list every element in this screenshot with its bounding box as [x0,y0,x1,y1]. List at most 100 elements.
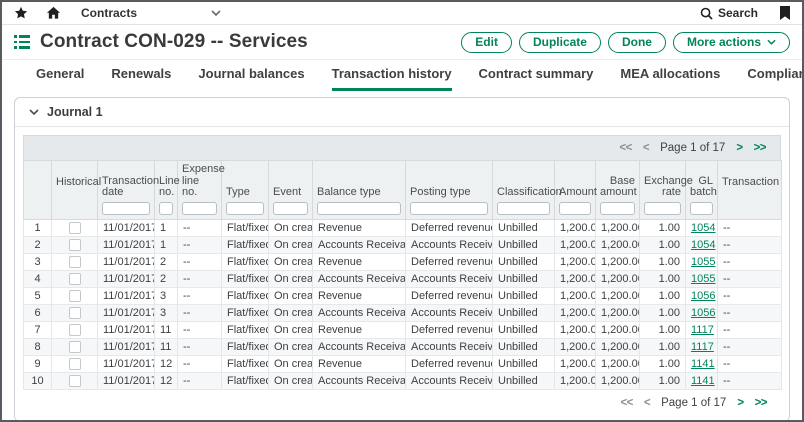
gl-batch-link[interactable]: 1054 [691,222,715,234]
filter-input-classification[interactable] [497,202,550,215]
bookmark-icon[interactable] [780,6,790,20]
collapse-chevron-icon[interactable] [29,109,39,115]
cell-posting-type: Accounts Receivable [406,304,493,321]
pagination-first-button[interactable]: << [619,142,631,154]
cell-balance-type: Revenue [313,287,406,304]
cell-base-amount: 1,200.00 [596,338,640,355]
journal-title: Journal 1 [47,105,103,119]
cell-line-no: 2 [155,253,178,270]
row-number: 3 [24,253,52,270]
cell-base-amount: 1,200.00 [596,372,640,389]
filter-input-amount[interactable] [559,202,591,215]
filter-input-line-no[interactable] [159,202,173,215]
journal-panel-header[interactable]: Journal 1 [15,98,789,127]
pagination-prev-button[interactable]: < [644,397,650,409]
historical-checkbox[interactable] [69,375,81,387]
filter-input-transaction-date[interactable] [102,202,150,215]
filter-input-expense-line-no[interactable] [182,202,217,215]
gl-batch-link[interactable]: 1056 [691,290,715,302]
cell-exchange-rate: 1.00 [640,321,686,338]
table-row: 411/01/20172--Flat/fixedOn createAccount… [24,270,782,287]
gl-batch-link[interactable]: 1055 [691,256,715,268]
cell-exchange-rate: 1.00 [640,253,686,270]
pagination-first-button[interactable]: << [620,397,632,409]
historical-checkbox[interactable] [69,341,81,353]
historical-checkbox[interactable] [69,222,81,234]
gl-batch-link[interactable]: 1056 [691,307,715,319]
cell-amount: 1,200.00 [555,287,596,304]
pagination-next-button[interactable]: > [736,142,742,154]
filter-input-exchange-rate[interactable] [644,202,681,215]
edit-button[interactable]: Edit [461,32,512,53]
historical-checkbox[interactable] [69,324,81,336]
favorite-star-icon[interactable] [14,6,28,20]
cell-event: On create [269,236,313,253]
filter-input-base-amount[interactable] [600,202,635,215]
historical-checkbox[interactable] [69,273,81,285]
cell-expense-line-no: -- [178,372,222,389]
cell-type: Flat/fixed [222,287,269,304]
gl-batch-link[interactable]: 1117 [691,341,714,353]
cell-event: On create [269,372,313,389]
historical-checkbox[interactable] [69,256,81,268]
cell-classification: Unbilled [493,355,555,372]
cell-transaction-date: 11/01/2017 [98,304,155,321]
cell-amount: 1,200.00 [555,253,596,270]
cell-line-no: 2 [155,270,178,287]
cell-posting-type: Accounts Receivable [406,270,493,287]
pagination-prev-button[interactable]: < [643,142,649,154]
column-header-exchange-rate: Exchange rate [640,161,686,220]
filter-input-posting-type[interactable] [410,202,488,215]
home-icon[interactable] [46,6,61,20]
gl-batch-link[interactable]: 1141 [691,375,715,387]
done-button[interactable]: Done [608,32,666,53]
pagination-next-button[interactable]: > [737,397,743,409]
tab-transaction-history[interactable]: Transaction history [332,66,452,91]
column-label: Exchange rate [644,176,681,199]
record-list-icon[interactable] [14,35,30,49]
gl-batch-link[interactable]: 1054 [691,239,715,251]
gl-batch-link[interactable]: 1055 [691,273,715,285]
cell-transaction: -- [718,270,782,287]
cell-posting-type: Accounts Receivable [406,338,493,355]
cell-posting-type: Deferred revenue [406,321,493,338]
cell-gl-batch: 1056 [686,304,718,321]
tab-journal-balances[interactable]: Journal balances [198,66,304,91]
more-actions-button[interactable]: More actions [673,32,790,53]
module-dropdown[interactable]: Contracts [81,6,221,20]
search-icon [700,7,713,20]
tab-mea-allocations[interactable]: MEA allocations [620,66,720,91]
cell-historical [52,287,98,304]
action-buttons: Edit Duplicate Done More actions [461,32,790,53]
tab-renewals[interactable]: Renewals [111,66,171,91]
pagination-last-button[interactable]: >> [754,142,766,154]
column-header-gl-batch: GL batch [686,161,718,220]
historical-checkbox[interactable] [69,290,81,302]
tab-general[interactable]: General [36,66,84,91]
search-button[interactable]: Search [700,6,758,20]
gl-batch-link[interactable]: 1117 [691,324,714,336]
filter-input-balance-type[interactable] [317,202,401,215]
cell-classification: Unbilled [493,338,555,355]
cell-exchange-rate: 1.00 [640,304,686,321]
filter-input-type[interactable] [226,202,264,215]
cell-base-amount: 1,200.00 [596,304,640,321]
pagination-last-button[interactable]: >> [755,397,767,409]
cell-event: On create [269,355,313,372]
top-bar: Contracts Search [2,2,802,25]
tab-compliance[interactable]: Compliance [747,66,804,91]
historical-checkbox[interactable] [69,307,81,319]
cell-event: On create [269,304,313,321]
filter-input-event[interactable] [273,202,308,215]
tab-contract-summary[interactable]: Contract summary [479,66,594,91]
gl-batch-link[interactable]: 1141 [691,358,715,370]
column-header-type: Type [222,161,269,220]
filter-input-gl-batch[interactable] [690,202,713,215]
cell-historical [52,219,98,236]
historical-checkbox[interactable] [69,239,81,251]
cell-balance-type: Accounts Receivable [313,338,406,355]
cell-gl-batch: 1054 [686,236,718,253]
duplicate-button[interactable]: Duplicate [519,32,601,53]
cell-line-no: 11 [155,338,178,355]
historical-checkbox[interactable] [69,358,81,370]
